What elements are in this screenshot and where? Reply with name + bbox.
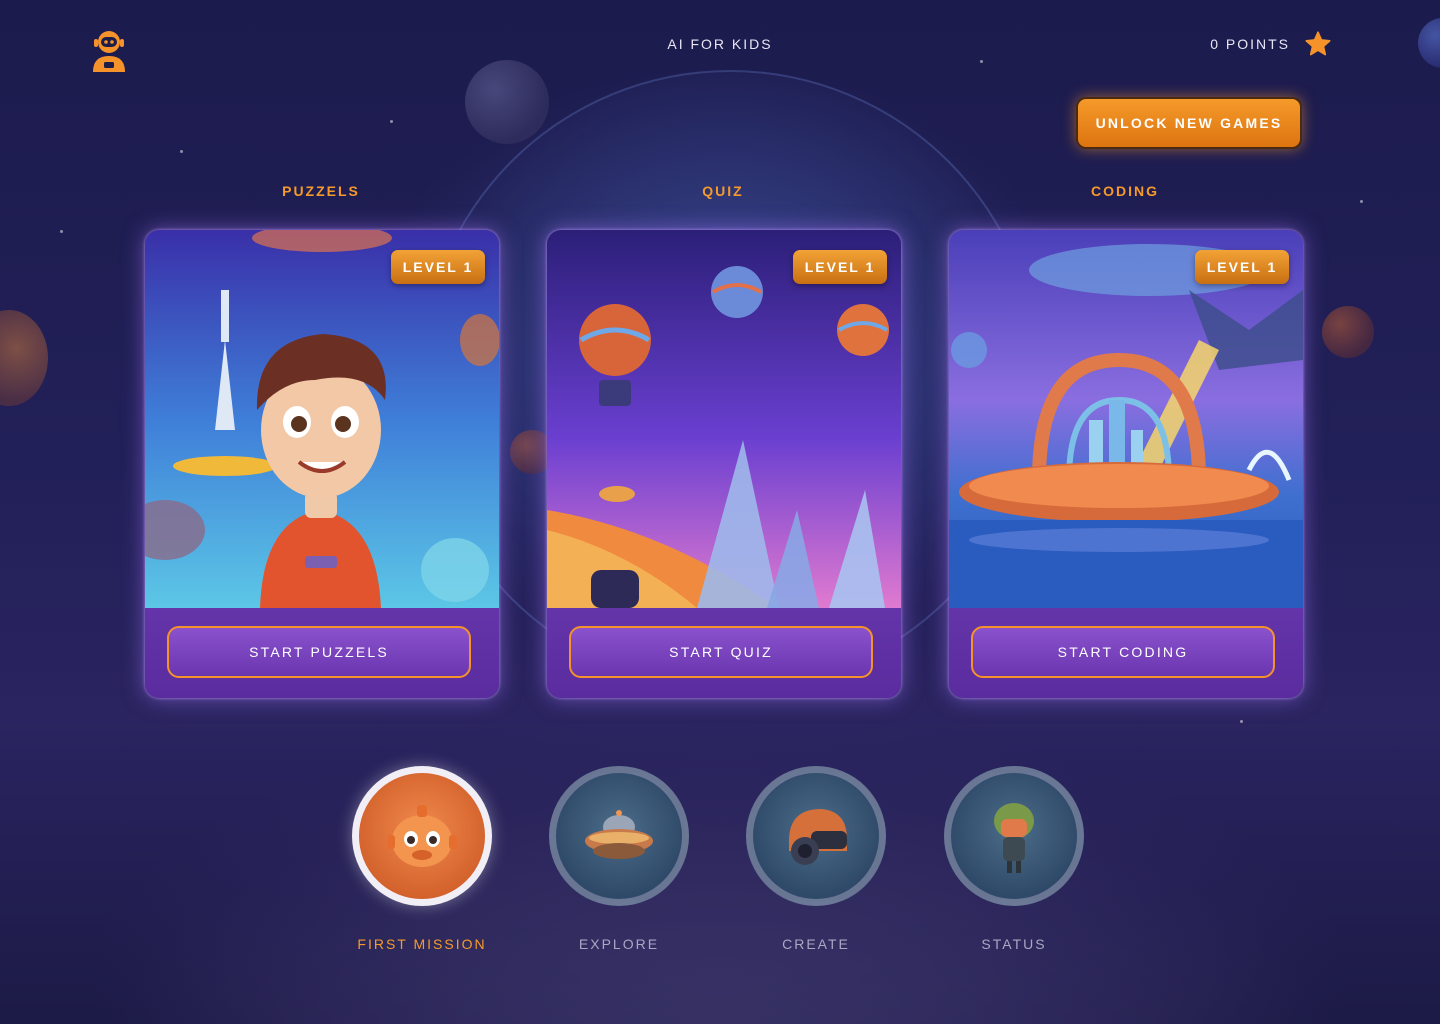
game-card-coding: LEVEL 1 START CODING: [949, 230, 1303, 698]
robot-pig-icon[interactable]: [352, 766, 492, 906]
astronaut-boy-illustration: [145, 230, 499, 608]
nav-item-explore[interactable]: EXPLORE: [549, 766, 689, 952]
alien-astronaut-icon[interactable]: [944, 766, 1084, 906]
star-dot: [180, 150, 183, 153]
star-dot: [60, 230, 63, 233]
planet-decoration: [1322, 306, 1374, 358]
nav-label: FIRST MISSION: [357, 936, 487, 952]
star-icon: [1305, 31, 1331, 56]
level-badge: LEVEL 1: [391, 250, 485, 284]
points-label: 0 POINTS: [1210, 36, 1290, 52]
category-label-coding: CODING: [1091, 183, 1159, 199]
level-badge: LEVEL 1: [793, 250, 887, 284]
nav-item-first-mission[interactable]: FIRST MISSION: [352, 766, 492, 952]
game-card-quiz: LEVEL 1 START QUIZ: [547, 230, 901, 698]
nav-label: CREATE: [782, 936, 850, 952]
start-coding-button[interactable]: START CODING: [971, 626, 1275, 678]
category-label-puzzels: PUZZELS: [282, 183, 360, 199]
nav-label: EXPLORE: [578, 936, 660, 952]
nav-item-status[interactable]: STATUS: [944, 766, 1084, 952]
nav-label: STATUS: [981, 936, 1047, 952]
level-badge: LEVEL 1: [1195, 250, 1289, 284]
category-label-quiz: QUIZ: [702, 183, 744, 199]
unlock-new-games-button[interactable]: UNLOCK NEW GAMES: [1076, 97, 1302, 149]
start-quiz-button[interactable]: START QUIZ: [569, 626, 873, 678]
planet-decoration: [0, 310, 48, 406]
start-puzzels-button[interactable]: START PUZZELS: [167, 626, 471, 678]
star-dot: [390, 120, 393, 123]
ufo-icon[interactable]: [549, 766, 689, 906]
nav-item-create[interactable]: CREATE: [746, 766, 886, 952]
star-dot: [1360, 200, 1363, 203]
ground-shadow: [0, 664, 1440, 1024]
balloon-planet-illustration: [547, 230, 901, 608]
helmet-icon[interactable]: [746, 766, 886, 906]
space-city-illustration: [949, 230, 1303, 608]
points-display: 0 POINTS: [1210, 30, 1332, 58]
star-dot: [1240, 720, 1243, 723]
star-dot: [980, 60, 983, 63]
game-card-puzzels: LEVEL 1 START PUZZELS: [145, 230, 499, 698]
planet-decoration: [465, 60, 549, 144]
